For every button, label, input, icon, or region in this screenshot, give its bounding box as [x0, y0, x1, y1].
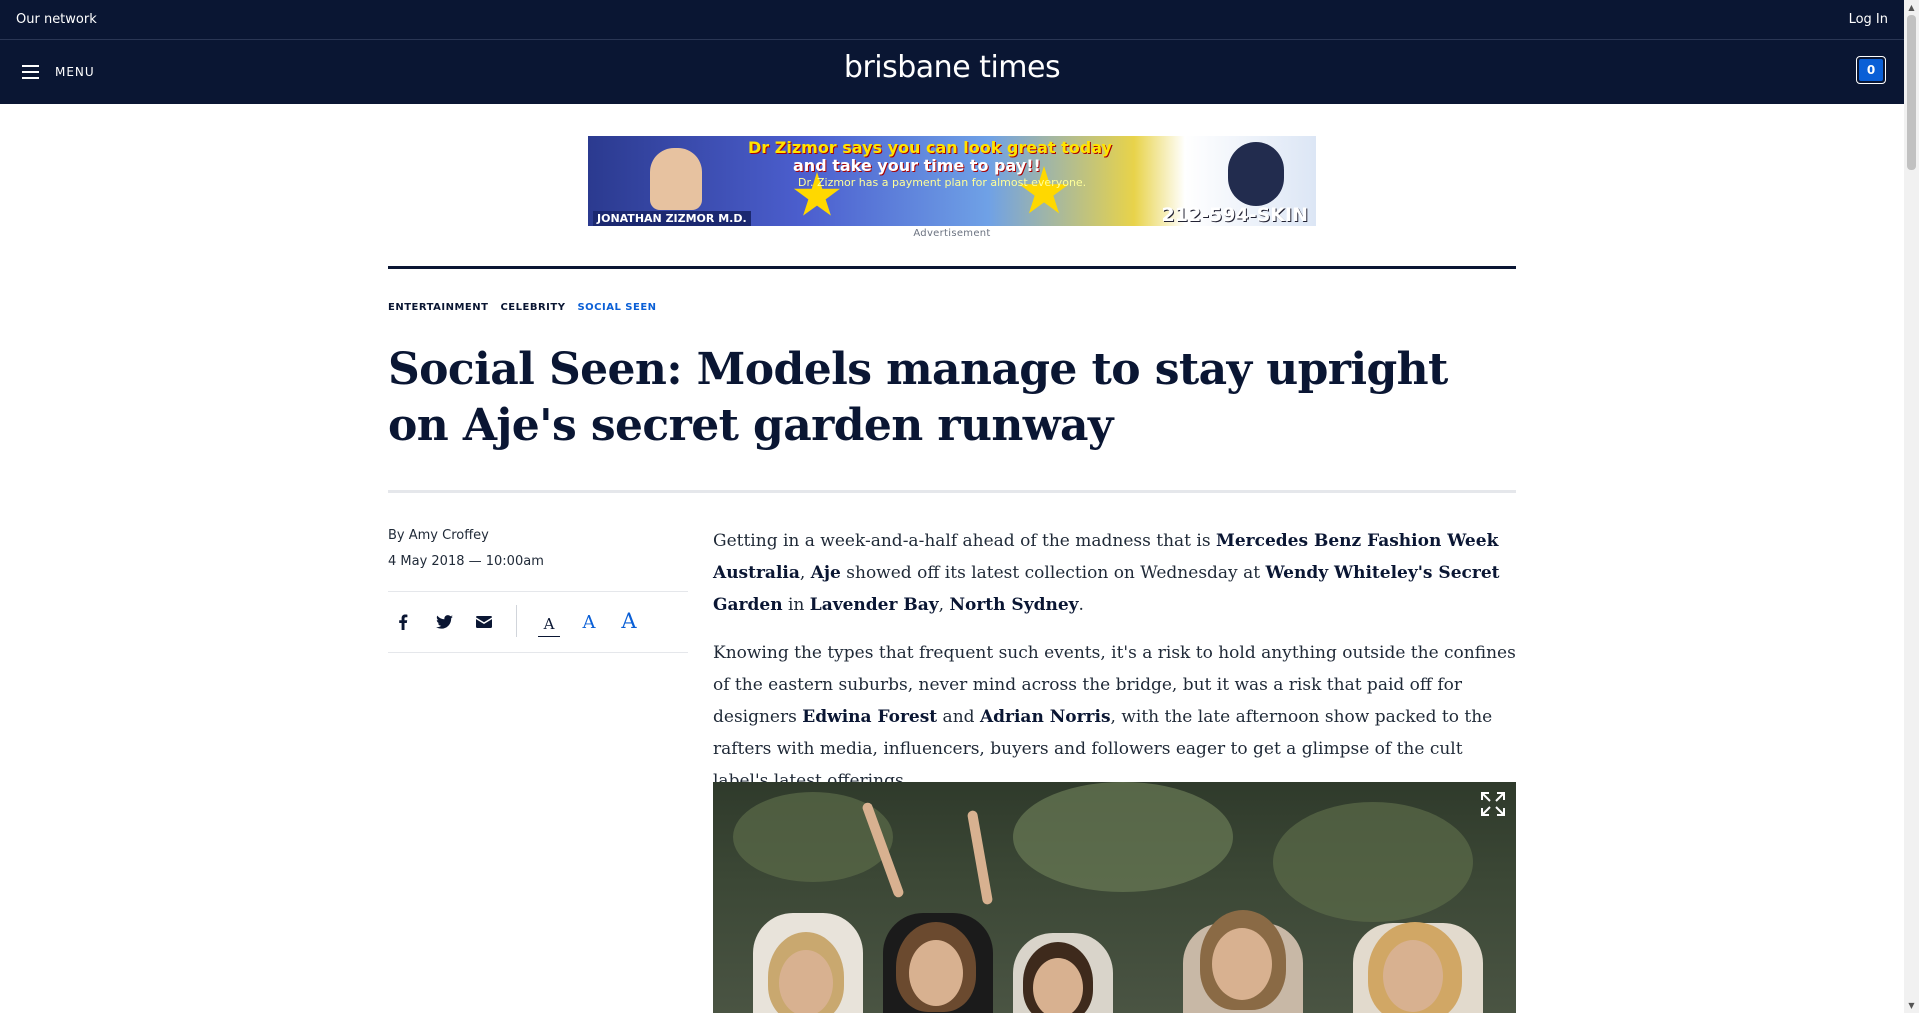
expand-icon	[1481, 792, 1505, 816]
font-size-small-button[interactable]: A	[538, 612, 560, 637]
article-paragraph: Getting in a week-and-a-half ahead of th…	[713, 531, 1500, 615]
email-share-button[interactable]	[473, 612, 495, 632]
photo-model-face	[779, 950, 833, 1013]
facebook-icon	[399, 614, 408, 630]
ad-label: Advertisement	[913, 228, 991, 239]
byline[interactable]: By Amy Croffey	[388, 528, 489, 543]
divider	[516, 605, 517, 637]
ad-subheadline: and take your time to pay!!	[793, 156, 1041, 175]
site-header: MENU brisbane times 0	[0, 40, 1904, 104]
breadcrumb-celebrity[interactable]: CELEBRITY	[500, 302, 565, 313]
site-logo[interactable]: brisbane times	[0, 50, 1904, 85]
ad-tagline: Dr. Zizmor has a payment plan for almost…	[798, 176, 1087, 189]
ad-doctor-name: JONATHAN ZIZMOR M.D.	[593, 211, 751, 226]
divider	[388, 266, 1516, 269]
our-network-link[interactable]: Our network	[16, 12, 97, 27]
photo-model-face	[1212, 928, 1272, 1000]
page-scrollbar[interactable]: ▲ ▼	[1904, 0, 1919, 1013]
article-headline: Social Seen: Models manage to stay uprig…	[388, 344, 1448, 451]
login-link[interactable]: Log In	[1849, 12, 1888, 27]
expand-photo-button[interactable]	[1479, 790, 1507, 818]
photo-model-face	[909, 940, 963, 1006]
cart-button[interactable]: 0	[1856, 56, 1886, 84]
photo-foliage	[1013, 782, 1233, 892]
breadcrumb-social-seen[interactable]: SOCIAL SEEN	[577, 302, 656, 313]
photo-model-face	[1383, 940, 1443, 1012]
hero-photo[interactable]	[713, 782, 1516, 1013]
network-bar: Our network Log In	[0, 0, 1904, 40]
ad-woman-illustration	[1228, 142, 1284, 206]
ad-headline: Dr Zizmor says you can look great today	[748, 138, 1112, 157]
breadcrumb: ENTERTAINMENT CELEBRITY SOCIAL SEEN	[388, 302, 657, 313]
scroll-thumb[interactable]	[1907, 15, 1916, 170]
article-paragraph: Knowing the types that frequent such eve…	[713, 643, 1516, 791]
scroll-up-arrow-icon[interactable]: ▲	[1904, 0, 1919, 15]
email-icon	[476, 616, 492, 628]
font-size-large-button[interactable]: A	[617, 608, 641, 634]
divider	[388, 490, 1516, 493]
ad-doctor-photo	[650, 148, 702, 210]
scroll-down-arrow-icon[interactable]: ▼	[1904, 998, 1919, 1013]
divider	[388, 652, 688, 653]
advertisement-banner[interactable]: Dr Zizmor says you can look great today …	[588, 136, 1316, 226]
cart-count: 0	[1859, 59, 1883, 81]
divider	[388, 591, 688, 592]
font-size-medium-button[interactable]: A	[578, 610, 600, 634]
ad-phone: 212-594-SKIN	[1161, 204, 1308, 226]
publish-date: 4 May 2018 — 10:00am	[388, 554, 544, 569]
photo-model-face	[1033, 958, 1083, 1013]
twitter-icon	[435, 615, 453, 629]
breadcrumb-entertainment[interactable]: ENTERTAINMENT	[388, 302, 488, 313]
photo-raised-arm	[966, 809, 994, 906]
twitter-share-button[interactable]	[433, 612, 455, 632]
photo-foliage	[1273, 802, 1473, 922]
facebook-share-button[interactable]	[393, 612, 413, 632]
